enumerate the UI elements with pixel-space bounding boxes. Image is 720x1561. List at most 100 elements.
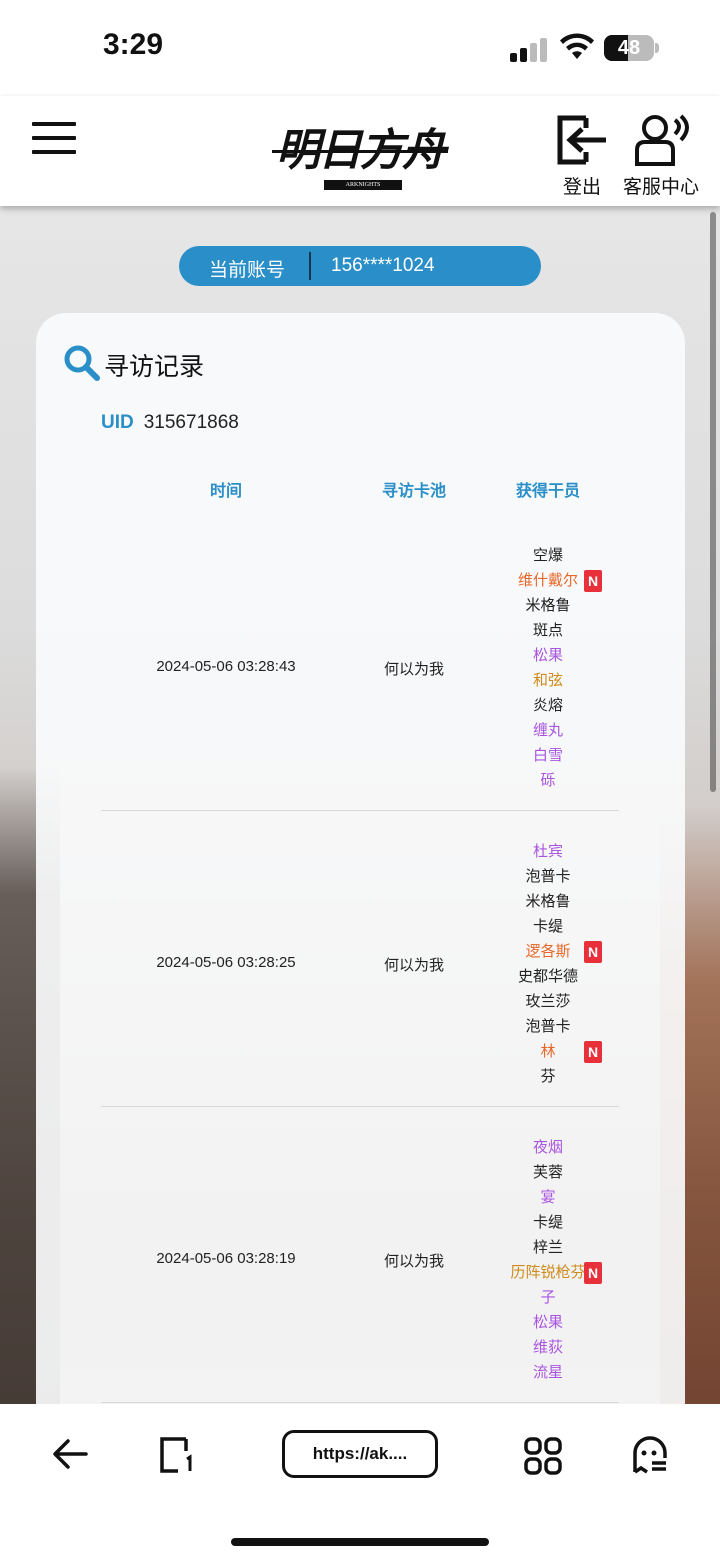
operator-name: 芙蓉 [532, 1163, 563, 1181]
operator-name: 米格鲁 [525, 892, 571, 910]
new-badge: N [584, 941, 602, 963]
record-time: 2024-05-06 03:28:43 [156, 658, 296, 675]
operator-item: 玫兰莎 [493, 989, 603, 1014]
operator-item: 松果 [493, 643, 603, 668]
status-bar: 3:29 48 [0, 0, 720, 96]
operator-item: 卡缇 [493, 1210, 603, 1235]
operator-item: 米格鲁 [493, 889, 603, 914]
logout-icon [557, 115, 606, 165]
operator-name: 维荻 [532, 1338, 563, 1356]
operator-item: 泡普卡 [493, 1014, 603, 1039]
operator-name: 历阵锐枪芬 [510, 1263, 586, 1281]
operator-name: 白雪 [532, 746, 563, 764]
operator-name: 空爆 [532, 546, 563, 564]
hamburger-menu-icon[interactable] [32, 122, 76, 156]
row-divider [101, 1106, 619, 1107]
operator-item: 炎熔 [493, 693, 603, 718]
current-account-label: 当前账号 [209, 259, 286, 281]
search-icon [64, 345, 100, 381]
record-pool: 何以为我 [383, 660, 444, 678]
arknights-logo: 明日方舟 ARKNIGHTS [272, 110, 448, 196]
operator-item: 夜烟 [493, 1135, 603, 1160]
operator-name: 炎熔 [532, 696, 563, 714]
operator-name: 和弦 [532, 671, 563, 689]
operator-name: 米格鲁 [525, 596, 571, 614]
operator-name: 斑点 [532, 621, 563, 639]
menu-ghost-icon[interactable] [632, 1436, 668, 1474]
row-divider [101, 1402, 619, 1403]
operator-name: 玫兰莎 [525, 992, 571, 1010]
uid-row: UID 315671868 [101, 411, 239, 434]
home-indicator[interactable] [231, 1538, 489, 1546]
table-row: 2024-05-06 03:28:19 何以为我 夜烟芙蓉宴卡缇梓兰 历阵锐枪芬 N 子松… [101, 1117, 619, 1403]
operator-name: 缠丸 [532, 721, 563, 739]
uid-value: 315671868 [143, 412, 239, 433]
operator-item: 维什戴尔 N [493, 568, 603, 593]
operator-name: 杜宾 [532, 842, 563, 860]
new-badge: N [584, 1041, 602, 1063]
new-badge: N [584, 570, 602, 592]
status-time: 3:29 [103, 28, 164, 61]
battery-level: 48 [617, 37, 641, 59]
operator-item: 泡普卡 [493, 864, 603, 889]
operator-name: 芬 [540, 1067, 556, 1085]
operator-item: 松果 [493, 1310, 603, 1335]
record-pool: 何以为我 [383, 956, 444, 974]
customer-service-icon [635, 114, 689, 166]
logout-label: 登出 [562, 176, 601, 198]
operator-name: 卡缇 [532, 917, 563, 935]
app-header: 明日方舟 ARKNIGHTS 登出 客服中心 [0, 96, 720, 206]
operator-item: 砾 [493, 768, 603, 793]
current-account-value: 156****1024 [331, 255, 435, 276]
operator-item: 宴 [493, 1185, 603, 1210]
customer-service-button[interactable]: 客服中心 [620, 114, 702, 199]
operator-name: 流星 [532, 1363, 563, 1381]
operator-name: 子 [540, 1288, 556, 1306]
operator-item: 卡缇 [493, 914, 603, 939]
operator-item: 子 [493, 1285, 603, 1310]
current-account-badge[interactable]: 当前账号 156****1024 [179, 246, 541, 286]
table-row: 2024-05-06 03:28:43 何以为我 空爆维什戴尔 N 米格鲁斑点松果和弦炎… [101, 525, 619, 811]
operator-item: 白雪 [493, 743, 603, 768]
logout-button[interactable]: 登出 [556, 114, 608, 199]
gacha-record-card: 寻访记录 UID 315671868 时间 寻访卡池 获得干员 2024-05-0… [36, 313, 685, 1404]
operator-item: 斑点 [493, 618, 603, 643]
operator-item: 杜宾 [493, 839, 603, 864]
column-header-time: 时间 [209, 481, 242, 500]
page-scrollbar[interactable] [710, 212, 716, 792]
column-header-operators: 获得干员 [515, 481, 580, 500]
operator-item: 逻各斯 N [493, 939, 603, 964]
tabs-icon[interactable] [160, 1437, 196, 1473]
operator-name: 砾 [540, 771, 556, 789]
battery-icon: 48 [604, 35, 654, 61]
operator-name: 泡普卡 [525, 1017, 571, 1035]
column-header-pool: 寻访卡池 [381, 481, 446, 500]
operator-item: 和弦 [493, 668, 603, 693]
operator-name: 逻各斯 [525, 942, 571, 960]
apps-grid-icon[interactable] [524, 1437, 562, 1475]
operator-item: 历阵锐枪芬 N [493, 1260, 603, 1285]
operator-item: 缠丸 [493, 718, 603, 743]
page-background: 当前账号 156****1024 寻访记录 UID 315671868 时间 寻访… [0, 206, 720, 1404]
operator-name: 宴 [540, 1188, 556, 1206]
url-bar[interactable]: https://ak.... [282, 1430, 438, 1478]
operator-item: 空爆 [493, 543, 603, 568]
record-pool: 何以为我 [383, 1252, 444, 1270]
wifi-icon [560, 33, 594, 59]
operator-item: 史都华德 [493, 964, 603, 989]
card-title-text: 寻访记录 [104, 352, 205, 381]
operator-item: 林N [493, 1039, 603, 1064]
cellular-signal-icon [510, 36, 550, 62]
record-time: 2024-05-06 03:28:19 [156, 1250, 296, 1267]
operator-name: 泡普卡 [525, 867, 571, 885]
operator-name: 维什戴尔 [517, 571, 578, 589]
operator-item: 梓兰 [493, 1235, 603, 1260]
back-arrow-icon[interactable] [52, 1438, 88, 1470]
uid-label: UID [101, 412, 134, 433]
operator-item: 米格鲁 [493, 593, 603, 618]
operator-name: 夜烟 [532, 1138, 563, 1156]
table-row: 2024-05-06 03:28:25 何以为我 杜宾 泡普卡 米格鲁 卡缇 逻各斯 N 史都华… [101, 821, 619, 1107]
operator-name: 卡缇 [532, 1213, 563, 1231]
operator-name: 史都华德 [517, 967, 578, 985]
browser-toolbar: https://ak.... [0, 1404, 720, 1561]
